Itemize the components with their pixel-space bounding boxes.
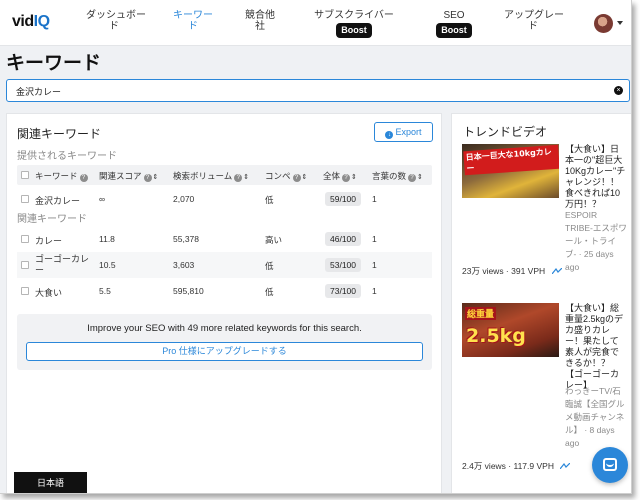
keyword-search-input[interactable]: 金沢カレー × (6, 79, 630, 102)
video-stats: 2.4万 views · 117.9 VPH (462, 460, 571, 472)
sort-icon[interactable]: ⇕ (302, 174, 308, 181)
search-value: 金沢カレー (16, 87, 62, 97)
trending-spark-icon (560, 463, 571, 469)
video-title[interactable]: 【大食い】日本一の"超巨大10Kgカレー"チャレンジ！！食べきれば10万円！？ (565, 144, 627, 210)
user-avatar[interactable] (594, 14, 613, 33)
col-search-volume[interactable]: 検索ボリューム? ⇕ (173, 170, 249, 182)
video-card[interactable]: 日本一巨大な10kgカレー 【大食い】日本一の"超巨大10Kgカレー"チャレンジ… (462, 144, 630, 284)
help-icon[interactable]: ? (234, 174, 243, 182)
overall-score-badge: 46/100 (325, 232, 361, 246)
boost-badge: Boost (436, 23, 472, 38)
overall-score-badge: 59/100 (325, 192, 361, 206)
table-header: キーワード? 関連スコア? ⇕ 検索ボリューム? ⇕ コンペ? ⇕ 全体? ⇕ 言葉の数… (17, 165, 432, 185)
sort-icon[interactable]: ⇕ (153, 174, 159, 181)
row-checkbox[interactable] (21, 195, 29, 203)
upgrade-to-pro-button[interactable]: Pro 仕様にアップグレードする (26, 342, 423, 361)
panel-title: 関連キーワード (17, 127, 102, 141)
nav-keywords[interactable]: キーワー ド (168, 10, 218, 32)
select-all-checkbox[interactable] (21, 171, 29, 179)
overall-score-badge: 73/100 (325, 284, 361, 298)
row-checkbox[interactable] (21, 235, 29, 243)
help-icon[interactable]: ? (79, 174, 88, 182)
table-row[interactable]: ゴーゴーカレー 10.5 3,603 低 53/100 1 (17, 252, 432, 278)
download-icon: ↓ (385, 131, 394, 139)
boost-badge: Boost (336, 23, 372, 38)
sort-icon[interactable]: ⇕ (243, 174, 249, 181)
video-thumbnail[interactable]: 総重量 2.5kg (462, 303, 559, 357)
clear-search-icon[interactable]: × (614, 86, 623, 95)
help-icon[interactable]: ? (292, 174, 301, 182)
video-stats: 23万 views · 391 VPH (462, 265, 562, 277)
help-icon[interactable]: ? (342, 174, 351, 182)
caret-down-icon[interactable] (617, 21, 623, 25)
nav-competitors[interactable]: 競合他 社 (240, 10, 280, 32)
col-competition[interactable]: コンペ? ⇕ (265, 170, 307, 182)
col-overall[interactable]: 全体? ⇕ (323, 170, 357, 182)
related-keywords-label: 関連キーワード (17, 214, 87, 225)
nav-upgrade[interactable]: アップグレー ド (504, 10, 564, 32)
export-button[interactable]: ↓ Export (374, 122, 433, 142)
top-navigation: vidIQ ダッシュボー ド キーワー ド 競合他 社 サブスクライバー Boo… (0, 0, 631, 46)
nav-seo[interactable]: SEO Boost (434, 10, 474, 38)
table-row[interactable]: 金沢カレー ∞ 2,070 低 59/100 1 (17, 186, 432, 212)
page-title: キーワード (6, 53, 102, 74)
trending-spark-icon (551, 268, 562, 274)
table-row[interactable]: カレー 11.8 55,378 高い 46/100 1 (17, 226, 432, 252)
trending-videos-panel: トレンドビデオ 日本一巨大な10kgカレー 【大食い】日本一の"超巨大10Kgカ… (451, 113, 631, 493)
nav-subscribers[interactable]: サブスクライバー Boost (312, 10, 396, 38)
language-selector[interactable]: 日本語 (14, 472, 87, 493)
video-channel: わっきーTV/石臨誠【全国グルメ動画チャンネル】 · 8 days ago (565, 386, 625, 448)
sort-icon[interactable]: ⇕ (417, 174, 423, 181)
col-keyword[interactable]: キーワード? (35, 170, 88, 182)
row-checkbox[interactable] (21, 261, 29, 269)
provided-keywords-label: 提供されるキーワード (17, 151, 117, 162)
panel-title: トレンドビデオ (463, 125, 548, 139)
row-checkbox[interactable] (21, 287, 29, 295)
video-title[interactable]: 【大食い】総重量2.5kgのデカ盛りカレー！果たして素人が完食できるか！？【ゴー… (565, 303, 627, 391)
col-related-score[interactable]: 関連スコア? ⇕ (99, 170, 158, 182)
upgrade-prompt: Improve your SEO with 49 more related ke… (17, 314, 432, 370)
nav-dashboard[interactable]: ダッシュボー ド (86, 10, 146, 32)
help-icon[interactable]: ? (408, 174, 417, 182)
video-thumbnail[interactable]: 日本一巨大な10kgカレー (462, 144, 559, 198)
overall-score-badge: 53/100 (325, 258, 361, 272)
vidiq-logo[interactable]: vidIQ (12, 13, 50, 31)
chat-support-icon[interactable] (592, 447, 628, 483)
table-row[interactable]: 大食い 5.5 595,810 低 73/100 1 (17, 278, 432, 304)
related-keywords-panel: 関連キーワード ↓ Export 提供されるキーワード キーワード? 関連スコア?… (6, 113, 442, 493)
upgrade-message: Improve your SEO with 49 more related ke… (87, 323, 362, 334)
col-word-count[interactable]: 言葉の数? ⇕ (372, 170, 423, 182)
sort-icon[interactable]: ⇕ (351, 174, 357, 181)
app-window: vidIQ ダッシュボー ド キーワー ド 競合他 社 サブスクライバー Boo… (0, 0, 632, 494)
video-channel: ESPOIR TRIBE-エスポワール・トライブ- · 25 days ago (565, 210, 627, 272)
help-icon[interactable]: ? (143, 174, 152, 182)
